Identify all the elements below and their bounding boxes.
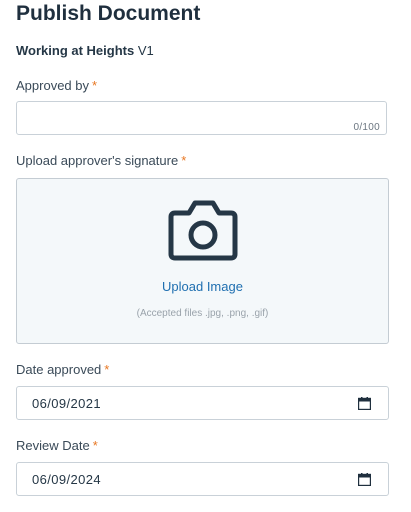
date-approved-input[interactable]: 06/09/2021	[16, 386, 389, 420]
review-date-label-text: Review Date	[16, 438, 90, 453]
date-approved-value: 06/09/2021	[32, 396, 102, 411]
document-info: Working at Heights V1	[16, 43, 154, 59]
approved-by-label: Approved by *	[16, 78, 97, 94]
document-version: V1	[137, 43, 154, 58]
approved-by-input[interactable]: 0/100	[16, 101, 387, 135]
signature-label-text: Upload approver's signature	[16, 153, 179, 168]
review-date-value: 06/09/2024	[32, 472, 102, 487]
review-date-label: Review Date *	[16, 438, 98, 454]
signature-upload-dropzone[interactable]: Upload Image (Accepted files .jpg, .png,…	[16, 178, 389, 344]
camera-icon	[168, 200, 238, 261]
date-approved-label-text: Date approved	[16, 362, 102, 377]
date-approved-label: Date approved *	[16, 362, 109, 378]
required-marker: *	[92, 438, 98, 453]
signature-label: Upload approver's signature *	[16, 153, 186, 169]
upload-image-link[interactable]: Upload Image	[17, 279, 388, 294]
required-marker: *	[92, 78, 98, 93]
calendar-icon[interactable]	[358, 473, 371, 486]
page-title: Publish Document	[16, 2, 201, 25]
character-counter: 0/100	[353, 122, 380, 133]
calendar-icon[interactable]	[358, 397, 371, 410]
accepted-files-hint: (Accepted files .jpg, .png, .gif)	[136, 308, 269, 319]
document-name: Working at Heights	[16, 43, 135, 58]
review-date-input[interactable]: 06/09/2024	[16, 462, 389, 496]
approved-by-label-text: Approved by	[16, 78, 89, 93]
required-marker: *	[181, 153, 187, 168]
required-marker: *	[104, 362, 110, 377]
